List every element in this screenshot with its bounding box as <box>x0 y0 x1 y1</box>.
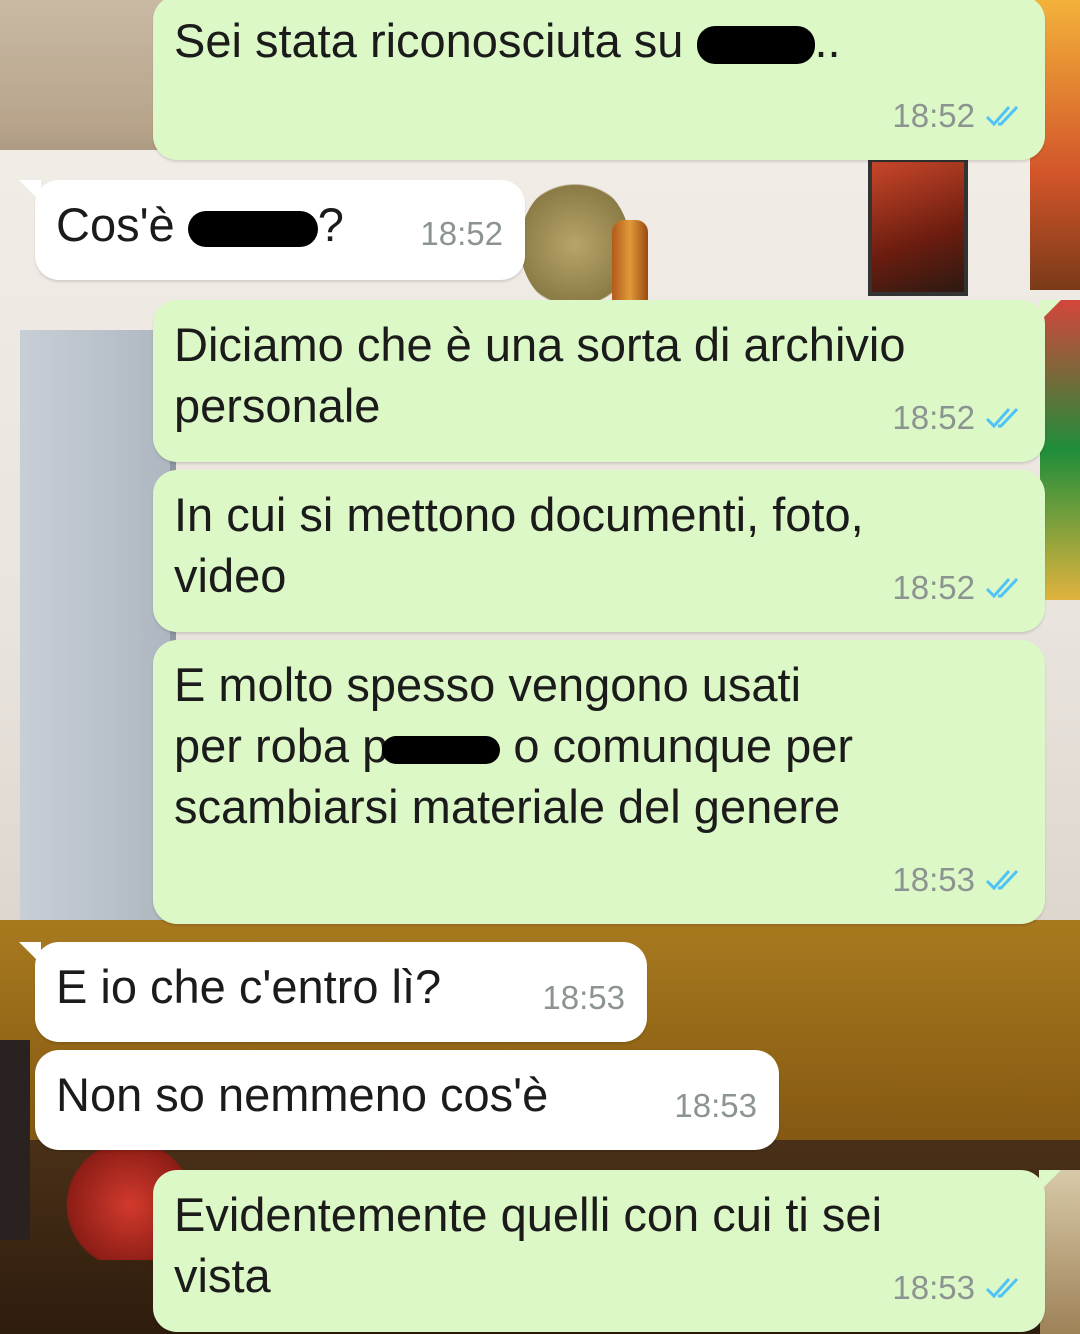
message-meta: 18:53 <box>892 849 1023 910</box>
message-text: Sei stata riconosciuta su .. <box>174 14 841 67</box>
message-text: E io che c'entro lì? <box>56 960 442 1013</box>
message-meta: 18:53 <box>892 1257 1023 1318</box>
message-meta: 18:53 <box>674 1075 757 1136</box>
double-check-icon <box>985 407 1019 428</box>
double-check-icon <box>985 105 1019 126</box>
message-time: 18:53 <box>892 861 975 898</box>
message-bubble-outgoing[interactable]: E molto spesso vengono usati per roba p … <box>153 640 1045 924</box>
message-time: 18:53 <box>542 979 625 1016</box>
message-bubble-outgoing[interactable]: Diciamo che è una sorta di archivio pers… <box>153 300 1061 462</box>
message-bubble-incoming[interactable]: Non so nemmeno cos'è 18:53 <box>35 1050 779 1150</box>
redaction-mark <box>696 25 815 64</box>
double-check-icon <box>985 577 1019 598</box>
message-text: Non so nemmeno cos'è <box>56 1068 549 1121</box>
chat-messages: Sei stata riconosciuta su .. 18:52 Cos'è… <box>0 0 1080 1334</box>
redaction-mark <box>382 735 501 764</box>
message-bubble-incoming[interactable]: Cos'è ? 18:52 <box>19 180 525 280</box>
message-meta: 18:53 <box>542 967 625 1028</box>
redaction-mark <box>187 210 318 247</box>
message-bubble-incoming[interactable]: E io che c'entro lì? 18:53 <box>19 942 647 1042</box>
double-check-icon <box>985 1277 1019 1298</box>
message-bubble-outgoing[interactable]: Sei stata riconosciuta su .. 18:52 <box>153 0 1045 160</box>
message-meta: 18:52 <box>892 387 1023 448</box>
message-meta: 18:52 <box>420 203 503 264</box>
message-bubble-outgoing[interactable]: Evidentemente quelli con cui ti sei vist… <box>153 1170 1061 1332</box>
message-meta: 18:52 <box>892 85 1023 146</box>
message-time: 18:52 <box>892 399 975 436</box>
message-time: 18:52 <box>892 97 975 134</box>
message-time: 18:53 <box>674 1087 757 1124</box>
message-bubble-outgoing[interactable]: In cui si mettono documenti, foto, video… <box>153 470 1045 632</box>
double-check-icon <box>985 869 1019 890</box>
message-time: 18:52 <box>892 569 975 606</box>
message-time: 18:53 <box>892 1269 975 1306</box>
message-text: E molto spesso vengono usati per roba p … <box>174 658 853 833</box>
message-meta: 18:52 <box>892 557 1023 618</box>
message-time: 18:52 <box>420 215 503 252</box>
